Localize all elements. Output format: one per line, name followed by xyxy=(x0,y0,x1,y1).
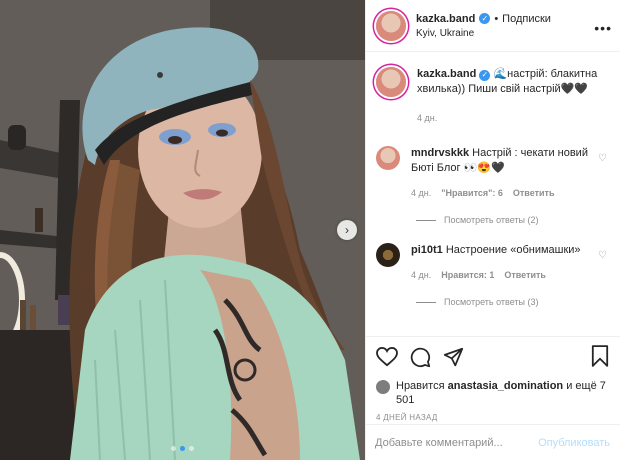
author-username[interactable]: kazka.band xyxy=(416,13,475,25)
caption-age[interactable]: 4 дн. xyxy=(417,111,437,126)
heart-icon[interactable] xyxy=(376,347,398,367)
comment-age[interactable]: 4 дн. xyxy=(411,186,431,201)
liker-username[interactable]: anastasia_domination xyxy=(448,380,564,392)
share-icon[interactable] xyxy=(443,347,464,368)
comment-likes[interactable]: "Нравится": 6 xyxy=(441,186,503,201)
post-header: kazka.band ✓ • Подписки Kyiv, Ukraine ••… xyxy=(366,0,620,52)
likes-prefix: Нравится xyxy=(396,380,445,392)
comment-username[interactable]: mndrvskkk xyxy=(411,147,469,159)
follow-status-button[interactable]: Подписки xyxy=(502,13,551,25)
carousel-next-button[interactable]: › xyxy=(337,220,357,240)
carousel-dot xyxy=(189,446,194,451)
add-comment-bar: Опубликовать xyxy=(365,424,620,460)
reply-button[interactable]: Ответить xyxy=(513,186,555,201)
post-photo[interactable]: › xyxy=(0,0,365,460)
commenter-avatar[interactable] xyxy=(376,243,400,267)
comment-username[interactable]: pi10t1 xyxy=(411,244,443,256)
comment-input[interactable] xyxy=(375,436,539,449)
comment-icon[interactable] xyxy=(410,347,431,368)
view-replies-button[interactable]: Посмотреть ответы (3) xyxy=(416,297,611,307)
more-icon[interactable]: ••• xyxy=(594,20,612,36)
verified-icon: ✓ xyxy=(479,13,491,24)
post-timestamp[interactable]: 4 ДНЕЙ НАЗАД xyxy=(376,413,611,422)
comment-item: pi10t1 Настроение «обнимашки» 4 дн. Нрав… xyxy=(376,243,611,283)
caption: kazka.band ✓ 🌊настрій: блакитна хвилька)… xyxy=(376,67,611,126)
post-location[interactable]: Kyiv, Ukraine xyxy=(416,28,551,39)
carousel-dots xyxy=(0,446,365,451)
replies-divider xyxy=(416,219,436,221)
view-replies-button[interactable]: Посмотреть ответы (2) xyxy=(416,215,611,225)
photo-illustration xyxy=(0,0,365,460)
replies-divider xyxy=(416,301,436,303)
carousel-dot-active xyxy=(180,446,185,451)
likes-summary: Нравится anastasia_domination и ещё 7 50… xyxy=(376,379,611,407)
comment-item: mndrvskkk Настрій : чекати новий Бюті Бл… xyxy=(376,146,611,201)
separator-dot: • xyxy=(494,12,499,25)
comment-likes[interactable]: Нравится: 1 xyxy=(441,268,494,283)
comments-list[interactable]: kazka.band ✓ 🌊настрій: блакитна хвилька)… xyxy=(366,53,620,336)
post-actions: Нравится anastasia_domination и ещё 7 50… xyxy=(366,336,620,422)
author-avatar[interactable] xyxy=(376,10,406,41)
publish-button[interactable]: Опубликовать xyxy=(538,437,610,449)
chevron-right-icon: › xyxy=(345,223,349,237)
view-replies-label: Посмотреть ответы (2) xyxy=(444,215,539,225)
caption-username[interactable]: kazka.band xyxy=(417,68,476,80)
comment-text: Настроение «обнимашки» xyxy=(445,244,581,256)
post-sidebar: kazka.band ✓ • Подписки Kyiv, Ukraine ••… xyxy=(365,0,620,460)
caption-avatar[interactable] xyxy=(376,67,406,97)
commenter-avatar[interactable] xyxy=(376,146,400,170)
carousel-dot xyxy=(171,446,176,451)
comment-age[interactable]: 4 дн. xyxy=(411,268,431,283)
heart-icon[interactable]: ♡ xyxy=(598,153,607,164)
view-replies-label: Посмотреть ответы (3) xyxy=(444,297,539,307)
bookmark-icon[interactable] xyxy=(591,345,609,367)
heart-icon[interactable]: ♡ xyxy=(598,250,607,261)
liker-avatar[interactable] xyxy=(376,380,390,394)
reply-button[interactable]: Ответить xyxy=(504,268,546,283)
verified-icon: ✓ xyxy=(479,69,491,81)
